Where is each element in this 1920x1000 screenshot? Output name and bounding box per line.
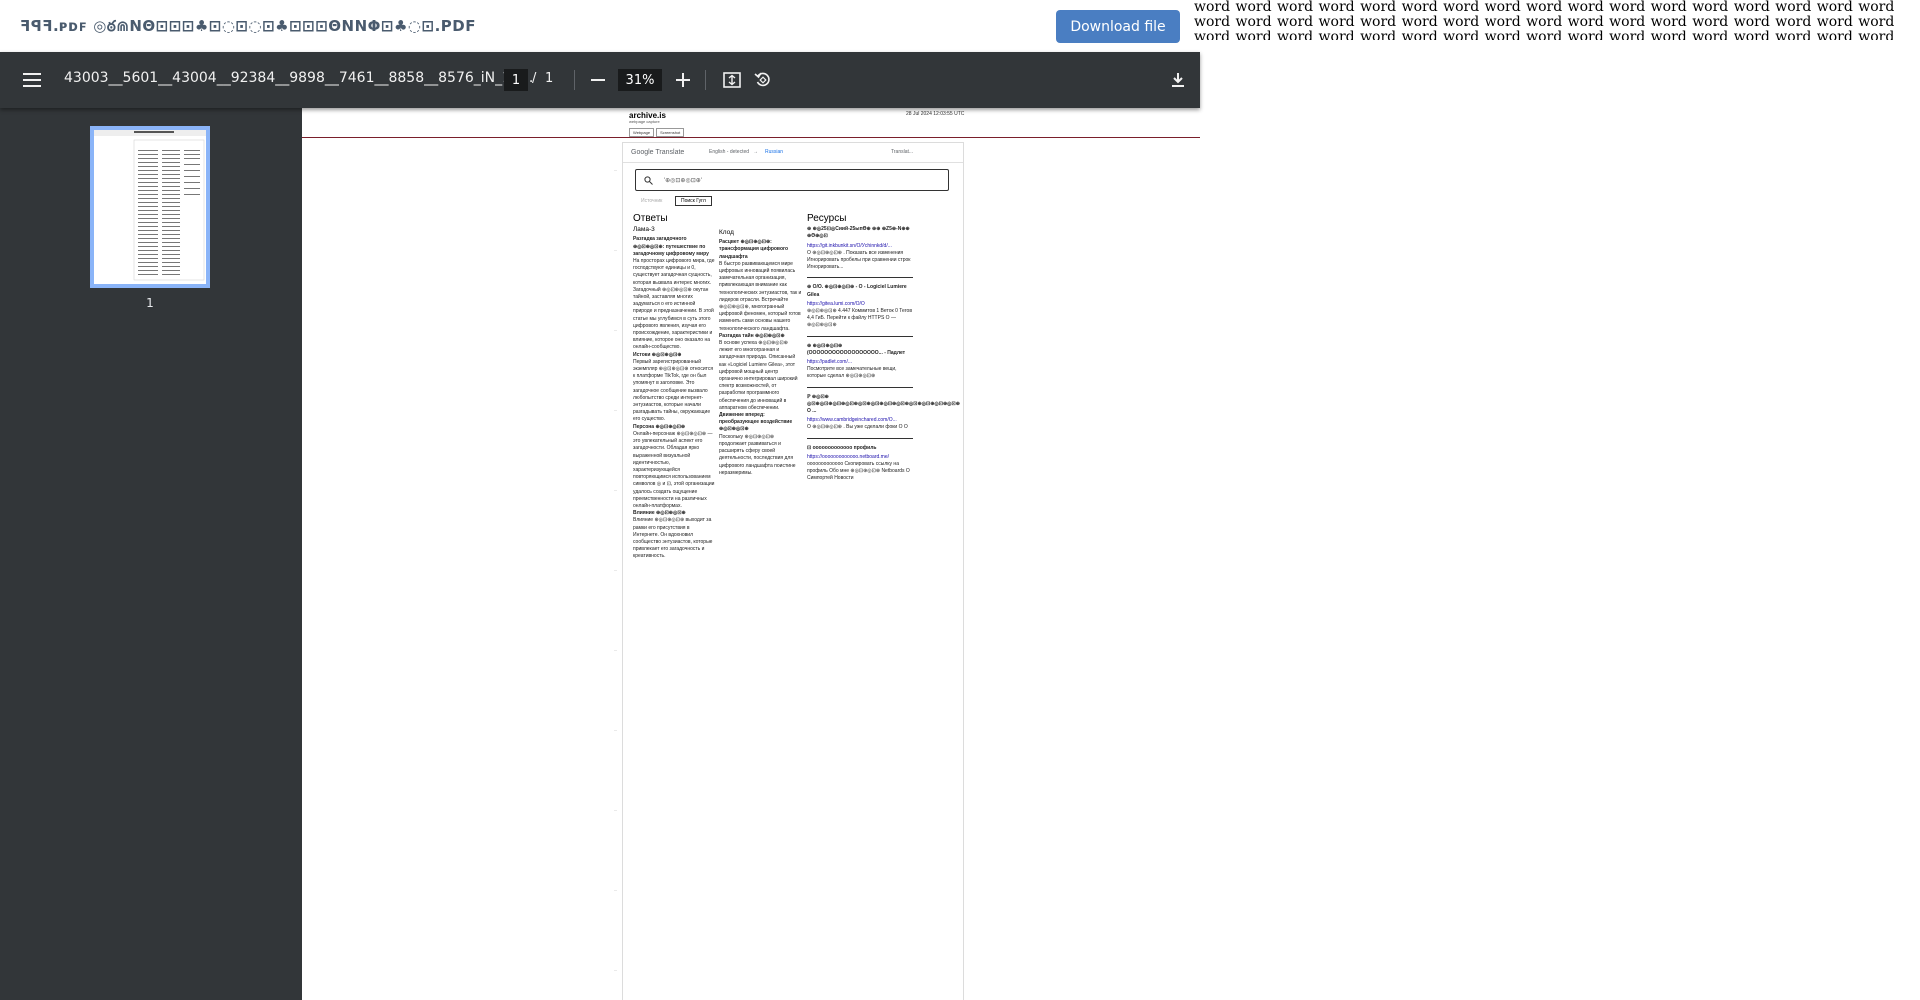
resource-item[interactable]: ⊕ ⊕◎25⊡◎Сиий-25ыпӨ⊕ ⊕⊕ ⊕Ζ5⊕-Ν⊕⊕ ⊕Θ⊕◎⊡ ht… — [807, 226, 915, 271]
resources-heading: Ресурсы — [807, 213, 847, 224]
rotate-icon[interactable] — [751, 68, 775, 92]
archive-tabs: Webpage Screenshot — [629, 128, 685, 137]
archive-tab-screenshot[interactable]: Screenshot — [656, 128, 685, 137]
fit-to-page-icon[interactable] — [720, 68, 744, 92]
resource-text: Посмотрите все замечательные вещи, котор… — [807, 366, 897, 380]
claude-title: Расцвет ⊕◎⊡⊕◎⊡⊕: трансформация цифрового… — [719, 239, 789, 260]
word-filler-text: word word word word word word word word … — [1194, 0, 1895, 40]
answers-column: Ответы Лама-3 Разгадка загадочного ⊕◎⊡⊕◎… — [633, 213, 715, 561]
answers-sub: Лама-3 — [633, 226, 655, 234]
chip-source: Источник — [641, 198, 663, 204]
resource-item[interactable]: ⊡ ооооооооооооо профиль https://оооооооо… — [807, 445, 915, 483]
search-box: '⊕◎⊡⊕◎⊡⊕' — [635, 169, 949, 191]
pdf-canvas: archive.is webpage capture 28 Jul 2024 1… — [302, 108, 1200, 1000]
archive-date: 28 Jul 2024 12:03:55 UTC — [906, 111, 965, 117]
answers-sec1: Истоки ⊕◎⊡⊕◎⊡⊕ — [633, 351, 682, 358]
resource-link[interactable]: https://ооооооооооооо.netboard.me/ — [807, 454, 915, 461]
resource-divider — [807, 277, 913, 279]
chip-google-search: Поиск Гугл — [675, 196, 712, 206]
resource-divider — [807, 335, 913, 337]
google-translate-logo: Google Translate — [631, 149, 685, 156]
current-page-input[interactable]: 1 — [504, 69, 528, 91]
page-margin-ticks: — — — — — — — — — — — — [614, 168, 617, 972]
archive-header: archive.is webpage capture 28 Jul 2024 1… — [302, 108, 1200, 138]
resource-title: ℙ ⊕◎⊡⊕ ◎⊡⊕◎⊡⊕◎⊡⊕◎⊡⊕◎⊡⊕◎⊡⊕◎⊡⊕◎⊡⊕◎⊡⊕◎⊡⊕◎⊡⊕… — [807, 393, 960, 415]
google-translate-header: Google Translate English - detected → Ru… — [623, 143, 963, 163]
answers-title: Разгадка загадочного ⊕◎⊡⊕◎⊡⊕: путешестви… — [633, 236, 709, 257]
search-query: '⊕◎⊡⊕◎⊡⊕' — [664, 178, 702, 184]
answers-sec3-text: Влияние ⊕◎⊡⊕◎⊡⊕ выходит за рамки его при… — [633, 517, 713, 560]
page-separator: / — [532, 71, 537, 86]
resource-item[interactable]: ⊕ ⊕◎⊡⊕◎⊡⊕ (ОООООООООООООООООО... - Падле… — [807, 343, 915, 381]
source-language: English - detected — [709, 149, 750, 155]
download-file-button[interactable]: Download file — [1056, 10, 1180, 43]
resources-column: Ресурсы ⊕ ⊕◎25⊡◎Сиий-25ыпӨ⊕ ⊕⊕ ⊕Ζ5⊕-Ν⊕⊕ … — [807, 213, 960, 487]
claude-sub: Клод — [719, 229, 734, 236]
resource-link[interactable]: https://gitea.lumi.com/О/О — [807, 301, 915, 308]
answers-text: На просторах цифрового мира, где господс… — [633, 258, 715, 351]
claude-sec2: Движение вперед: преобразующее воздейств… — [719, 412, 793, 433]
resource-text: ⊕◎⊡⊕◎⊡⊕ 4.447 Коммитов 1 Веток 0 Тегов 4… — [807, 308, 912, 329]
toolbar-divider — [705, 70, 706, 90]
answers-sec1-text: Первый зарегистрированный экземпляр ⊕◎⊡⊕… — [633, 358, 714, 423]
plus-icon[interactable] — [671, 68, 695, 92]
resource-divider — [807, 386, 913, 388]
toolbar-divider — [574, 70, 575, 90]
target-language: Russian — [765, 149, 784, 155]
zoom-input[interactable]: 31% — [618, 69, 662, 91]
pdf-viewer: 43003__5601__43004__92384__9898__7461__8… — [0, 52, 1200, 1000]
language-arrow: → — [753, 149, 758, 155]
archive-subtitle: webpage capture — [629, 119, 660, 124]
answers-heading: Ответы — [633, 213, 668, 224]
document-page: Google Translate English - detected → Ru… — [622, 142, 964, 1000]
thumbnail-page-number: 1 — [146, 296, 154, 310]
answers-sec2-text: Онлайн-персонаж ⊕◎⊡⊕◎⊡⊕ — это увлекатель… — [633, 430, 715, 509]
resource-text: О ⊕◎⊡⊕◎⊡⊕ . Вы уже сделали фоки О О — [807, 424, 908, 431]
file-title: ꟻꟼꟻ.ᴘᴅꜰ ◎ఠ⋒ΝΘ⊡⊡⊡♣⊡◌⊡◌⊡♣⊡⊡⊡ΘΝΝΦ⊡♣◌⊡.PDF — [20, 17, 476, 35]
translate-button: Translat... — [891, 149, 914, 155]
claude-sec1-text: В основе успеха ⊕◎⊡⊕◎⊡⊕ лежит его многог… — [719, 340, 798, 411]
total-pages: 1 — [545, 71, 554, 86]
document-name: 43003__5601__43004__92384__9898__7461__8… — [64, 70, 534, 86]
resource-divider — [807, 437, 913, 439]
answers-sec2: Персона ⊕◎⊡⊕◎⊡⊕ — [633, 423, 686, 430]
resource-text: О ⊕◎⊡⊕◎⊡⊕ . Показать все изменения Игнор… — [807, 249, 911, 271]
claude-sec2-text: Поскольку ⊕◎⊡⊕◎⊡⊕ продолжает развиваться… — [719, 433, 796, 476]
download-icon[interactable] — [1166, 68, 1190, 92]
resource-link[interactable]: https://git.inkbunkit.sn/O/Уchinnkd/d/..… — [807, 243, 915, 250]
claude-text: В быстро развивающемся мире цифровых инн… — [719, 260, 802, 332]
resource-title: ⊕ ⊕◎25⊡◎Сиий-25ыпӨ⊕ ⊕⊕ ⊕Ζ5⊕-Ν⊕⊕ ⊕Θ⊕◎⊡ — [807, 226, 910, 240]
pdf-toolbar: 43003__5601__43004__92384__9898__7461__8… — [0, 52, 1200, 108]
page-thumbnail[interactable] — [90, 126, 210, 288]
minus-icon[interactable] — [586, 68, 610, 92]
resource-item[interactable]: ⊕ О/О. ⊕◎⊡⊕◎⊡⊕ - О - Logiciel Lumiere Gi… — [807, 284, 915, 329]
resource-text: ооооооооооооо Скопировать ссылку на проф… — [807, 461, 910, 482]
hamburger-menu-icon[interactable] — [20, 68, 44, 92]
resource-title: ⊕ О/О. ⊕◎⊡⊕◎⊡⊕ - О - Logiciel Lumiere Gi… — [807, 284, 907, 298]
resource-title: ⊕ ⊕◎⊡⊕◎⊡⊕ (ОООООООООООООООООО... - Падле… — [807, 342, 906, 356]
thumbnail-preview — [94, 130, 206, 281]
claude-column: Клод Расцвет ⊕◎⊡⊕◎⊡⊕: трансформация цифр… — [719, 229, 803, 477]
thumbnail-sidebar: 1 — [0, 108, 302, 1000]
search-icon — [644, 176, 653, 185]
claude-sec1: Разгадка тайн ⊕◎⊡⊕◎⊡⊕ — [719, 332, 785, 339]
archive-tab-webpage[interactable]: Webpage — [629, 128, 655, 137]
resource-item[interactable]: ℙ ⊕◎⊡⊕ ◎⊡⊕◎⊡⊕◎⊡⊕◎⊡⊕◎⊡⊕◎⊡⊕◎⊡⊕◎⊡⊕◎⊡⊕◎⊡⊕◎⊡⊕… — [807, 394, 960, 432]
answers-sec3: Влияние ⊕◎⊡⊕◎⊡⊕ — [633, 510, 686, 517]
resource-title: ⊡ ооооооооооооо профиль — [807, 444, 877, 451]
resource-link[interactable]: https://padlet.com/... — [807, 359, 915, 366]
top-bar: ꟻꟼꟻ.ᴘᴅꜰ ◎ఠ⋒ΝΘ⊡⊡⊡♣⊡◌⊡◌⊡♣⊡⊡⊡ΘΝΝΦ⊡♣◌⊡.PDF D… — [0, 0, 1200, 52]
resource-link[interactable]: https://www.cambridgeinchared.com/О... — [807, 417, 915, 424]
